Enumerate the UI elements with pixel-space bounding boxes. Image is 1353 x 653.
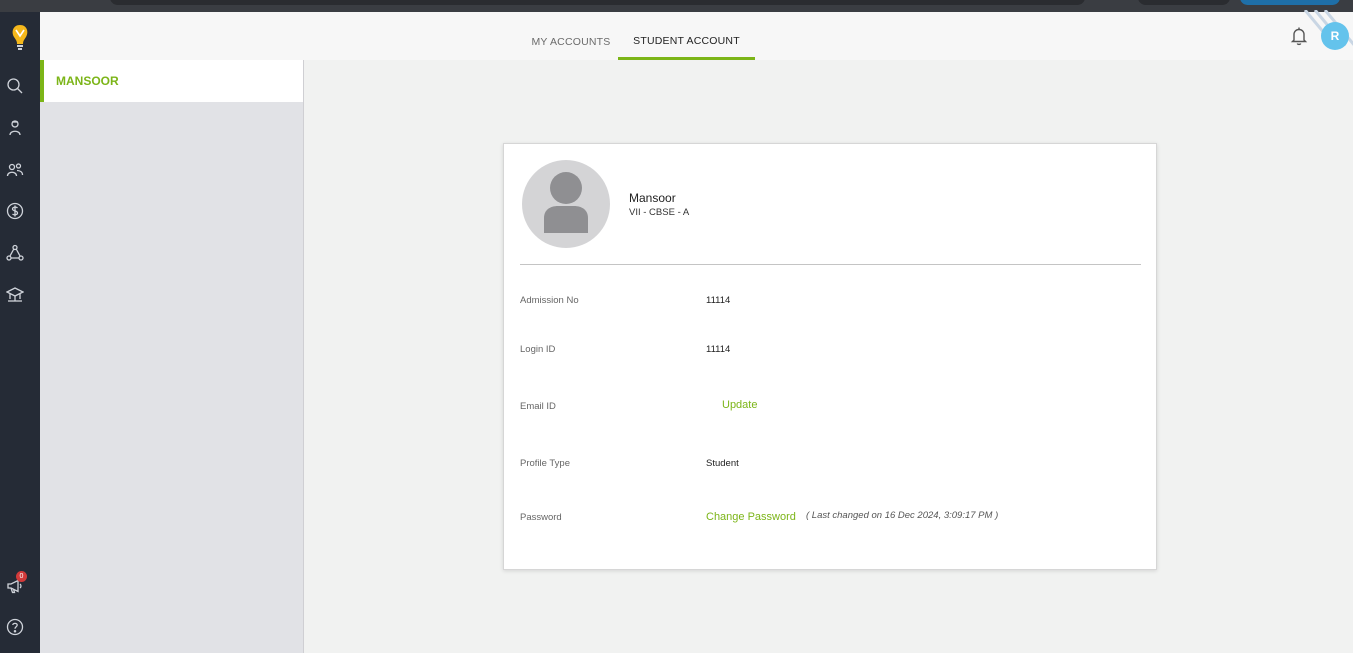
- top-header: MY ACCOUNTS STUDENT ACCOUNT R: [40, 10, 1353, 60]
- password-last-changed-note: ( Last changed on 16 Dec 2024, 3:09:17 P…: [806, 510, 999, 521]
- help-icon[interactable]: [5, 617, 25, 637]
- student-icon[interactable]: [5, 118, 25, 138]
- login-id-label: Login ID: [520, 344, 556, 355]
- notification-count-badge: 0: [16, 571, 27, 582]
- bell-icon[interactable]: [1290, 26, 1308, 46]
- student-list-item[interactable]: MANSOOR: [40, 60, 303, 102]
- student-list-panel: MANSOOR: [40, 60, 304, 653]
- student-name: Mansoor: [629, 191, 676, 205]
- network-icon[interactable]: [5, 243, 25, 263]
- profile-type-value: Student: [706, 458, 739, 469]
- admission-no-label: Admission No: [520, 295, 579, 306]
- profile-card: Mansoor VII - CBSE - A Admission No 1111…: [503, 143, 1157, 570]
- academics-icon[interactable]: [5, 284, 25, 304]
- dollar-icon[interactable]: [5, 201, 25, 221]
- people-icon[interactable]: [5, 160, 25, 180]
- login-id-value: 11114: [706, 344, 731, 355]
- change-password-link[interactable]: Change Password: [706, 511, 796, 523]
- password-label: Password: [520, 512, 562, 523]
- tab-student-account[interactable]: STUDENT ACCOUNT: [618, 12, 755, 60]
- logo-icon[interactable]: [6, 22, 34, 52]
- user-avatar[interactable]: R: [1321, 22, 1349, 50]
- icon-rail: 0: [0, 12, 40, 653]
- email-id-label: Email ID: [520, 401, 556, 412]
- profile-type-label: Profile Type: [520, 458, 570, 469]
- tab-my-accounts[interactable]: MY ACCOUNTS: [515, 12, 627, 60]
- student-class: VII - CBSE - A: [629, 207, 690, 218]
- profile-photo-placeholder-icon: [522, 160, 610, 248]
- divider: [520, 264, 1141, 265]
- update-email-link[interactable]: Update: [722, 399, 757, 411]
- search-icon[interactable]: [5, 76, 25, 96]
- admission-no-value: 11114: [706, 295, 731, 306]
- top-strip: [0, 0, 1353, 12]
